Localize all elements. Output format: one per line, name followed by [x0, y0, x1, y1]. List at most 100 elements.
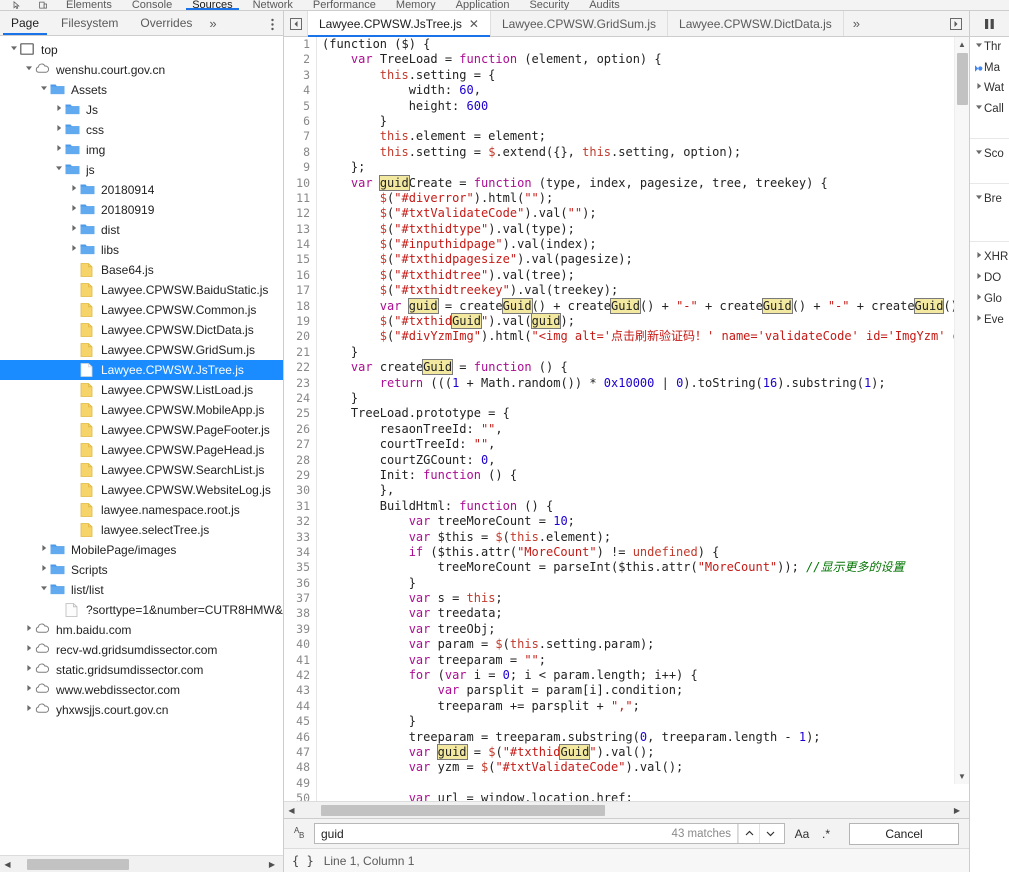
code-line-text[interactable]: var TreeLoad = function (element, option… — [317, 52, 662, 67]
code-line-text[interactable]: var guidCreate = function (type, index, … — [317, 174, 828, 191]
line-number[interactable]: 26 — [284, 421, 317, 438]
line-number[interactable]: 17 — [284, 283, 317, 299]
tree-twisty-right-icon[interactable] — [53, 100, 65, 120]
file-tree-item[interactable]: MobilePage/images — [0, 540, 283, 560]
debugger-section-eve[interactable]: Eve — [970, 310, 1009, 331]
file-tree-item[interactable]: js — [0, 160, 283, 180]
file-tree-item[interactable]: list/list — [0, 580, 283, 600]
line-number[interactable]: 15 — [284, 252, 317, 268]
code-line-text[interactable]: $("#txthidpagesize").val(pagesize); — [317, 252, 633, 267]
file-tree-item[interactable]: Lawyee.CPWSW.PageFooter.js — [0, 420, 283, 440]
debugger-section-thr[interactable]: Thr — [970, 37, 1009, 58]
file-tree-item[interactable]: Lawyee.CPWSW.ListLoad.js — [0, 380, 283, 400]
search-input[interactable] — [319, 824, 672, 843]
code-line-text[interactable]: BuildHtml: function () { — [317, 499, 553, 514]
line-number[interactable]: 38 — [284, 606, 317, 622]
scroll-left-arrow-icon[interactable]: ◀ — [0, 860, 15, 869]
file-tree[interactable]: top wenshu.court.gov.cn Assets Js css img js 20… — [0, 36, 283, 855]
scroll-left-arrow-icon[interactable]: ◀ — [284, 806, 299, 815]
file-tree-item[interactable]: css — [0, 120, 283, 140]
code-line-text[interactable]: var createGuid = function () { — [317, 359, 568, 376]
code-line-text[interactable]: for (var i = 0; i < param.length; i++) { — [317, 668, 698, 683]
code-line-text[interactable]: if ($this.attr("MoreCount") != undefined… — [317, 545, 720, 560]
devtools-tab-audits[interactable]: Audits — [579, 0, 630, 10]
navigator-horizontal-scrollbar[interactable]: ◀ ▶ — [0, 855, 283, 872]
line-number[interactable]: 30 — [284, 483, 317, 499]
devtools-tab-sources[interactable]: Sources — [182, 0, 242, 10]
inspect-element-icon[interactable] — [4, 0, 30, 10]
line-number[interactable]: 24 — [284, 390, 317, 407]
nav-prev-icon[interactable] — [284, 11, 308, 36]
code-vertical-scrollbar[interactable]: ▲ ▼ — [954, 37, 969, 784]
file-tree-item[interactable]: wenshu.court.gov.cn — [0, 60, 283, 80]
code-line-text[interactable]: var treeparam = ""; — [317, 653, 546, 668]
code-line-text[interactable]: $("#txthidGuid").val(guid); — [317, 313, 575, 330]
code-horizontal-scrollbar[interactable]: ◀ ▶ — [284, 801, 969, 818]
device-toolbar-icon[interactable] — [30, 0, 56, 10]
search-field[interactable]: 43 matches — [314, 823, 785, 844]
devtools-tab-memory[interactable]: Memory — [386, 0, 446, 10]
file-tree-item[interactable]: Lawyee.CPWSW.PageHead.js — [0, 440, 283, 460]
devtools-tab-console[interactable]: Console — [122, 0, 182, 10]
editor-tab-jstree[interactable]: Lawyee.CPWSW.JsTree.js ✕ — [308, 11, 491, 37]
code-editor[interactable]: 1 (function ($) {2 var TreeLoad = functio… — [284, 37, 969, 818]
code-line-text[interactable]: var guid = createGuid() + createGuid() +… — [317, 297, 969, 314]
line-number[interactable]: 28 — [284, 452, 317, 468]
tree-twisty-right-icon[interactable] — [38, 560, 50, 580]
file-tree-item[interactable]: 20180919 — [0, 200, 283, 220]
line-number[interactable]: 39 — [284, 621, 317, 638]
file-tree-item[interactable]: Lawyee.CPWSW.MobileApp.js — [0, 400, 283, 420]
line-number[interactable]: 48 — [284, 760, 317, 776]
line-number[interactable]: 6 — [284, 113, 317, 130]
line-number[interactable]: 4 — [284, 83, 317, 99]
file-tree-item-selected[interactable]: Lawyee.CPWSW.JsTree.js — [0, 360, 283, 380]
code-line-text[interactable]: treeparam += parsplit + ","; — [317, 699, 640, 714]
nav-kebab-menu-icon[interactable] — [261, 11, 283, 36]
file-tree-item[interactable]: Base64.js — [0, 260, 283, 280]
scroll-down-arrow-icon[interactable]: ▼ — [955, 769, 969, 784]
debugger-section-wat[interactable]: Wat — [970, 78, 1009, 99]
code-line-text[interactable]: }; — [317, 160, 365, 175]
code-line-text[interactable]: TreeLoad.prototype = { — [317, 406, 510, 421]
code-line-text[interactable]: } — [317, 391, 358, 406]
line-number[interactable]: 16 — [284, 267, 317, 284]
code-line-text[interactable]: var param = $(this.setting.param); — [317, 637, 655, 652]
tree-twisty-right-icon[interactable] — [23, 620, 35, 640]
code-scroll-thumb[interactable] — [957, 53, 968, 105]
code-line-text[interactable]: }, — [317, 483, 394, 498]
file-tree-item[interactable]: Js — [0, 100, 283, 120]
file-tree-item[interactable]: Scripts — [0, 560, 283, 580]
nav-next-icon[interactable] — [943, 11, 969, 36]
line-number[interactable]: 36 — [284, 575, 317, 592]
file-tree-item[interactable]: recv-wd.gridsumdissector.com — [0, 640, 283, 660]
line-number[interactable]: 40 — [284, 637, 317, 653]
navigator-scroll-thumb[interactable] — [27, 858, 129, 870]
tree-twisty-right-icon[interactable] — [53, 140, 65, 160]
pause-script-icon[interactable] — [970, 11, 1009, 37]
nav-more-tabs-icon[interactable]: » — [203, 11, 222, 36]
code-scroll-area[interactable]: 1 (function ($) {2 var TreeLoad = functio… — [284, 37, 969, 801]
line-number[interactable]: 41 — [284, 652, 317, 669]
code-line-text[interactable]: this.element = element; — [317, 129, 546, 144]
debugger-section-sco[interactable]: Sco — [970, 144, 1009, 165]
code-line-text[interactable]: $("#txtValidateCode").val(""); — [317, 206, 597, 221]
code-line-text[interactable]: var $this = $(this.element); — [317, 530, 611, 545]
code-lines[interactable]: 1 (function ($) {2 var TreeLoad = functio… — [284, 37, 969, 801]
code-line-text[interactable]: var url = window.location.href; — [317, 791, 633, 801]
editor-more-tabs-icon[interactable]: » — [844, 11, 869, 36]
line-number[interactable]: 42 — [284, 668, 317, 684]
tree-twisty-down-icon[interactable] — [973, 189, 984, 210]
tree-twisty-right-icon[interactable] — [23, 640, 35, 660]
nav-tab-filesystem[interactable]: Filesystem — [50, 11, 129, 35]
line-number[interactable]: 5 — [284, 98, 317, 114]
line-number[interactable]: 2 — [284, 52, 317, 68]
line-number[interactable]: 8 — [284, 144, 317, 161]
line-number[interactable]: 46 — [284, 729, 317, 745]
code-line-text[interactable]: this.setting = { — [317, 68, 496, 83]
code-line-text[interactable]: $("#divYzmImg").html("<img alt='点击刷新验证码！… — [317, 329, 969, 344]
code-line-text[interactable]: this.setting = $.extend({}, this.setting… — [317, 145, 741, 160]
file-tree-item[interactable]: Lawyee.CPWSW.SearchList.js — [0, 460, 283, 480]
line-number[interactable]: 10 — [284, 175, 317, 191]
navigator-scroll-track[interactable] — [15, 856, 261, 872]
file-tree-item[interactable]: Lawyee.CPWSW.Common.js — [0, 300, 283, 320]
